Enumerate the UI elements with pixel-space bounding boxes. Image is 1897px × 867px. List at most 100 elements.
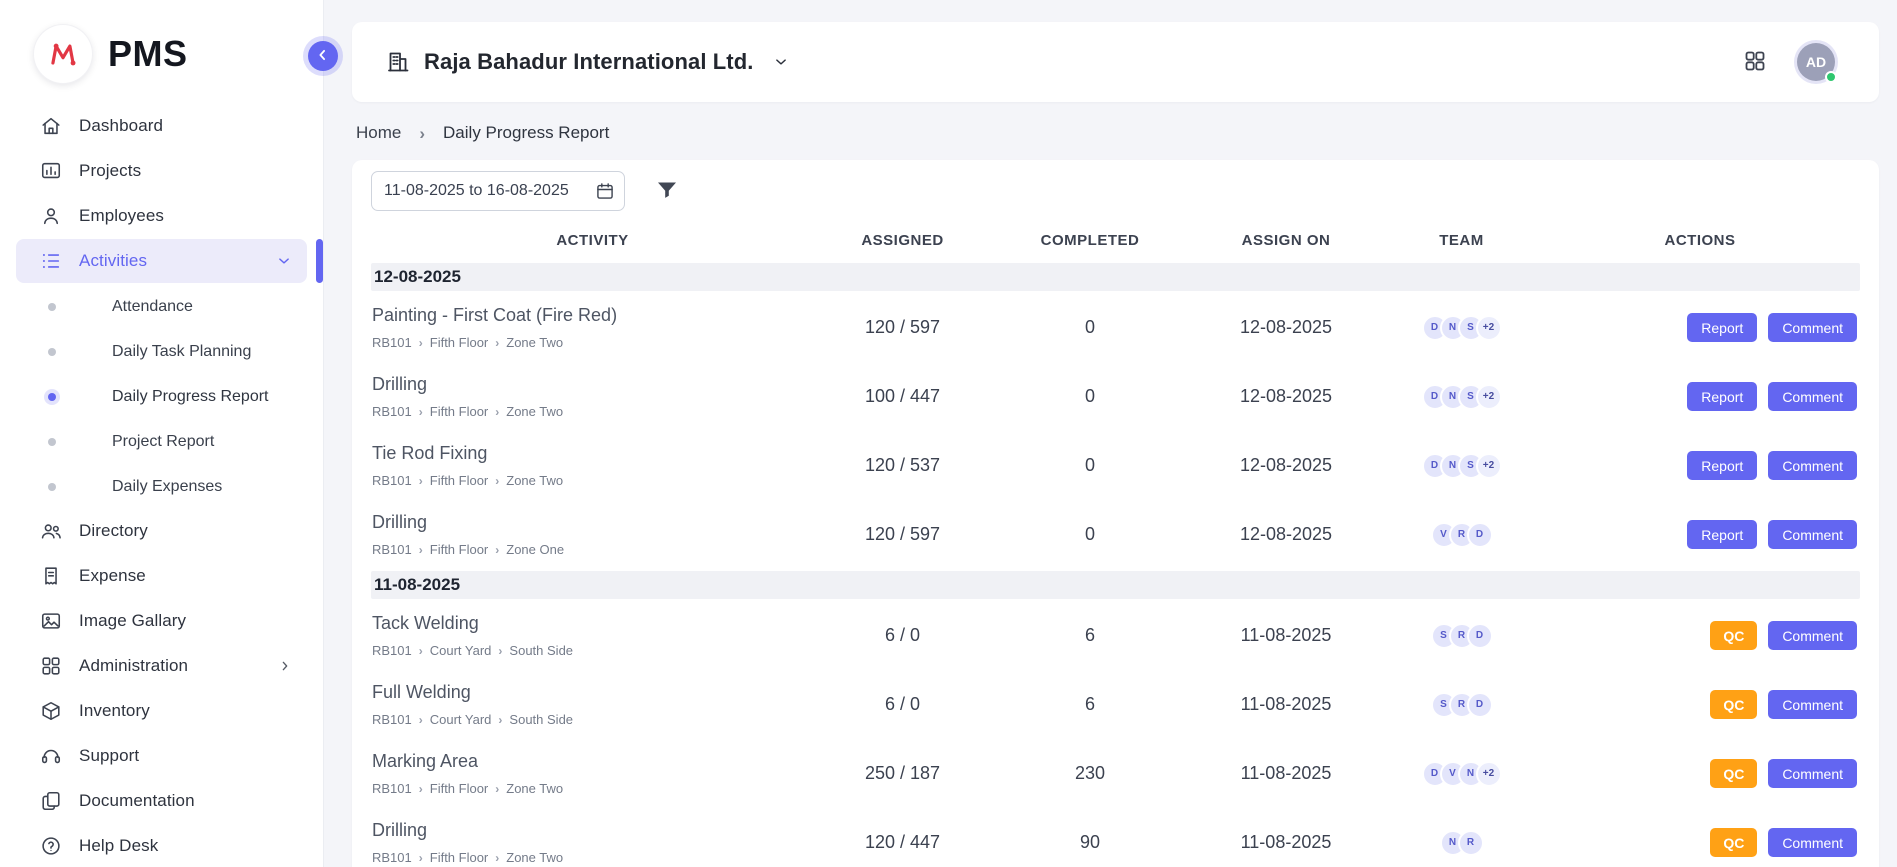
sidebar-item-documentation[interactable]: Documentation	[16, 779, 307, 823]
path-segment: Zone Two	[506, 850, 563, 865]
chevron-right-icon: ›	[419, 405, 423, 419]
sidebar-subitem-daily-progress-report[interactable]: Daily Progress Report	[16, 374, 307, 419]
helpdesk-icon	[40, 835, 62, 857]
chevron-right-icon: ›	[419, 644, 423, 658]
sidebar-item-projects[interactable]: Projects	[16, 149, 307, 193]
sidebar-item-help-desk[interactable]: Help Desk	[16, 824, 307, 867]
comment-button[interactable]: Comment	[1768, 621, 1857, 650]
sidebar-item-image-gallary[interactable]: Image Gallary	[16, 599, 307, 643]
sidebar-item-expense[interactable]: Expense	[16, 554, 307, 598]
company-selector[interactable]: Raja Bahadur International Ltd.	[386, 49, 790, 75]
report-button[interactable]: Report	[1687, 520, 1757, 549]
chevron-right-icon: ›	[419, 782, 423, 796]
column-header-activity: ACTIVITY	[371, 232, 814, 249]
chevron-right-icon	[277, 658, 293, 674]
sidebar-subitem-project-report[interactable]: Project Report	[16, 419, 307, 464]
sidebar-collapse-button[interactable]	[308, 41, 338, 71]
comment-button[interactable]: Comment	[1768, 520, 1857, 549]
assign-on-value: 11-08-2025	[1189, 832, 1383, 853]
table-row: Drilling RB101›Fifth Floor›Zone Two 100 …	[371, 362, 1860, 431]
administration-icon	[40, 655, 62, 677]
employees-icon	[40, 205, 62, 227]
path-segment: Fifth Floor	[430, 542, 489, 557]
breadcrumb-home[interactable]: Home	[356, 123, 401, 143]
report-button[interactable]: Report	[1687, 382, 1757, 411]
user-avatar[interactable]: AD	[1797, 43, 1835, 81]
assign-on-value: 12-08-2025	[1189, 386, 1383, 407]
sidebar-item-directory[interactable]: Directory	[16, 509, 307, 553]
chevron-right-icon: ›	[495, 474, 499, 488]
filter-button[interactable]	[655, 178, 679, 205]
comment-button[interactable]: Comment	[1768, 828, 1857, 857]
qc-button[interactable]: QC	[1710, 621, 1757, 650]
report-button[interactable]: Report	[1687, 451, 1757, 480]
completed-value: 90	[991, 832, 1189, 853]
sidebar: PMS Dashboard Projects Employees Activities…	[0, 0, 324, 867]
table-row: Full Welding RB101›Court Yard›South Side…	[371, 670, 1860, 739]
sidebar-item-employees[interactable]: Employees	[16, 194, 307, 238]
team-avatar[interactable]: D	[1467, 522, 1493, 548]
sidebar-item-inventory[interactable]: Inventory	[16, 689, 307, 733]
qc-button[interactable]: QC	[1710, 759, 1757, 788]
qc-button[interactable]: QC	[1710, 690, 1757, 719]
sidebar-item-label: Inventory	[79, 701, 150, 721]
sidebar-subitem-attendance[interactable]: Attendance	[16, 284, 307, 329]
group-date: 11-08-2025	[374, 575, 460, 595]
path-segment: Zone Two	[506, 404, 563, 419]
sidebar-item-dashboard[interactable]: Dashboard	[16, 104, 307, 148]
completed-value: 0	[991, 455, 1189, 476]
team-avatar[interactable]: R	[1458, 830, 1484, 856]
sidebar-item-label: Projects	[79, 161, 141, 181]
sidebar-item-support[interactable]: Support	[16, 734, 307, 778]
team-more-badge[interactable]: +2	[1476, 315, 1502, 341]
sidebar-item-label: Directory	[79, 521, 148, 541]
table-row: Painting - First Coat (Fire Red) RB101›F…	[371, 293, 1860, 362]
team-cell: NR	[1383, 830, 1540, 856]
comment-button[interactable]: Comment	[1768, 759, 1857, 788]
path-segment: South Side	[509, 643, 573, 658]
table-row: Tie Rod Fixing RB101›Fifth Floor›Zone Tw…	[371, 431, 1860, 500]
avatar-initials: AD	[1806, 54, 1826, 70]
path-segment: Zone One	[506, 542, 564, 557]
sidebar-subitem-daily-expenses[interactable]: Daily Expenses	[16, 464, 307, 509]
sidebar-item-label: Documentation	[79, 791, 195, 811]
sidebar-item-label: Administration	[79, 656, 188, 676]
actions-cell: Report Comment	[1540, 451, 1860, 480]
bullet-icon	[48, 438, 56, 446]
support-icon	[40, 745, 62, 767]
team-more-badge[interactable]: +2	[1476, 761, 1502, 787]
path-segment: Court Yard	[430, 712, 492, 727]
activity-path: RB101›Fifth Floor›Zone Two	[372, 335, 808, 350]
sidebar-item-label: Activities	[79, 251, 147, 271]
apps-grid-button[interactable]	[1743, 49, 1767, 76]
assign-on-value: 11-08-2025	[1189, 625, 1383, 646]
sidebar-item-administration[interactable]: Administration	[16, 644, 307, 688]
comment-button[interactable]: Comment	[1768, 313, 1857, 342]
sidebar-subitem-daily-task-planning[interactable]: Daily Task Planning	[16, 329, 307, 374]
team-more-badge[interactable]: +2	[1476, 384, 1502, 410]
activity-path: RB101›Fifth Floor›Zone Two	[372, 850, 808, 865]
assigned-value: 250 / 187	[814, 763, 991, 784]
activity-cell: Drilling RB101›Fifth Floor›Zone Two	[371, 812, 814, 867]
brand[interactable]: PMS	[0, 0, 323, 83]
comment-button[interactable]: Comment	[1768, 690, 1857, 719]
chevron-right-icon: ›	[495, 782, 499, 796]
date-range-field[interactable]	[371, 171, 625, 211]
qc-button[interactable]: QC	[1710, 828, 1757, 857]
activity-path: RB101›Fifth Floor›Zone Two	[372, 473, 808, 488]
team-more-badge[interactable]: +2	[1476, 453, 1502, 479]
sidebar-item-activities[interactable]: Activities	[16, 239, 307, 283]
sidebar-subitem-label: Attendance	[112, 298, 193, 316]
report-button[interactable]: Report	[1687, 313, 1757, 342]
comment-button[interactable]: Comment	[1768, 382, 1857, 411]
team-avatar[interactable]: D	[1467, 692, 1493, 718]
date-range-input[interactable]	[371, 171, 625, 211]
chevron-left-icon	[314, 46, 332, 67]
table-row: Drilling RB101›Fifth Floor›Zone One 120 …	[371, 500, 1860, 569]
team-avatar[interactable]: D	[1467, 623, 1493, 649]
assigned-value: 120 / 537	[814, 455, 991, 476]
sidebar-item-label: Dashboard	[79, 116, 163, 136]
comment-button[interactable]: Comment	[1768, 451, 1857, 480]
path-segment: RB101	[372, 643, 412, 658]
path-segment: Court Yard	[430, 643, 492, 658]
